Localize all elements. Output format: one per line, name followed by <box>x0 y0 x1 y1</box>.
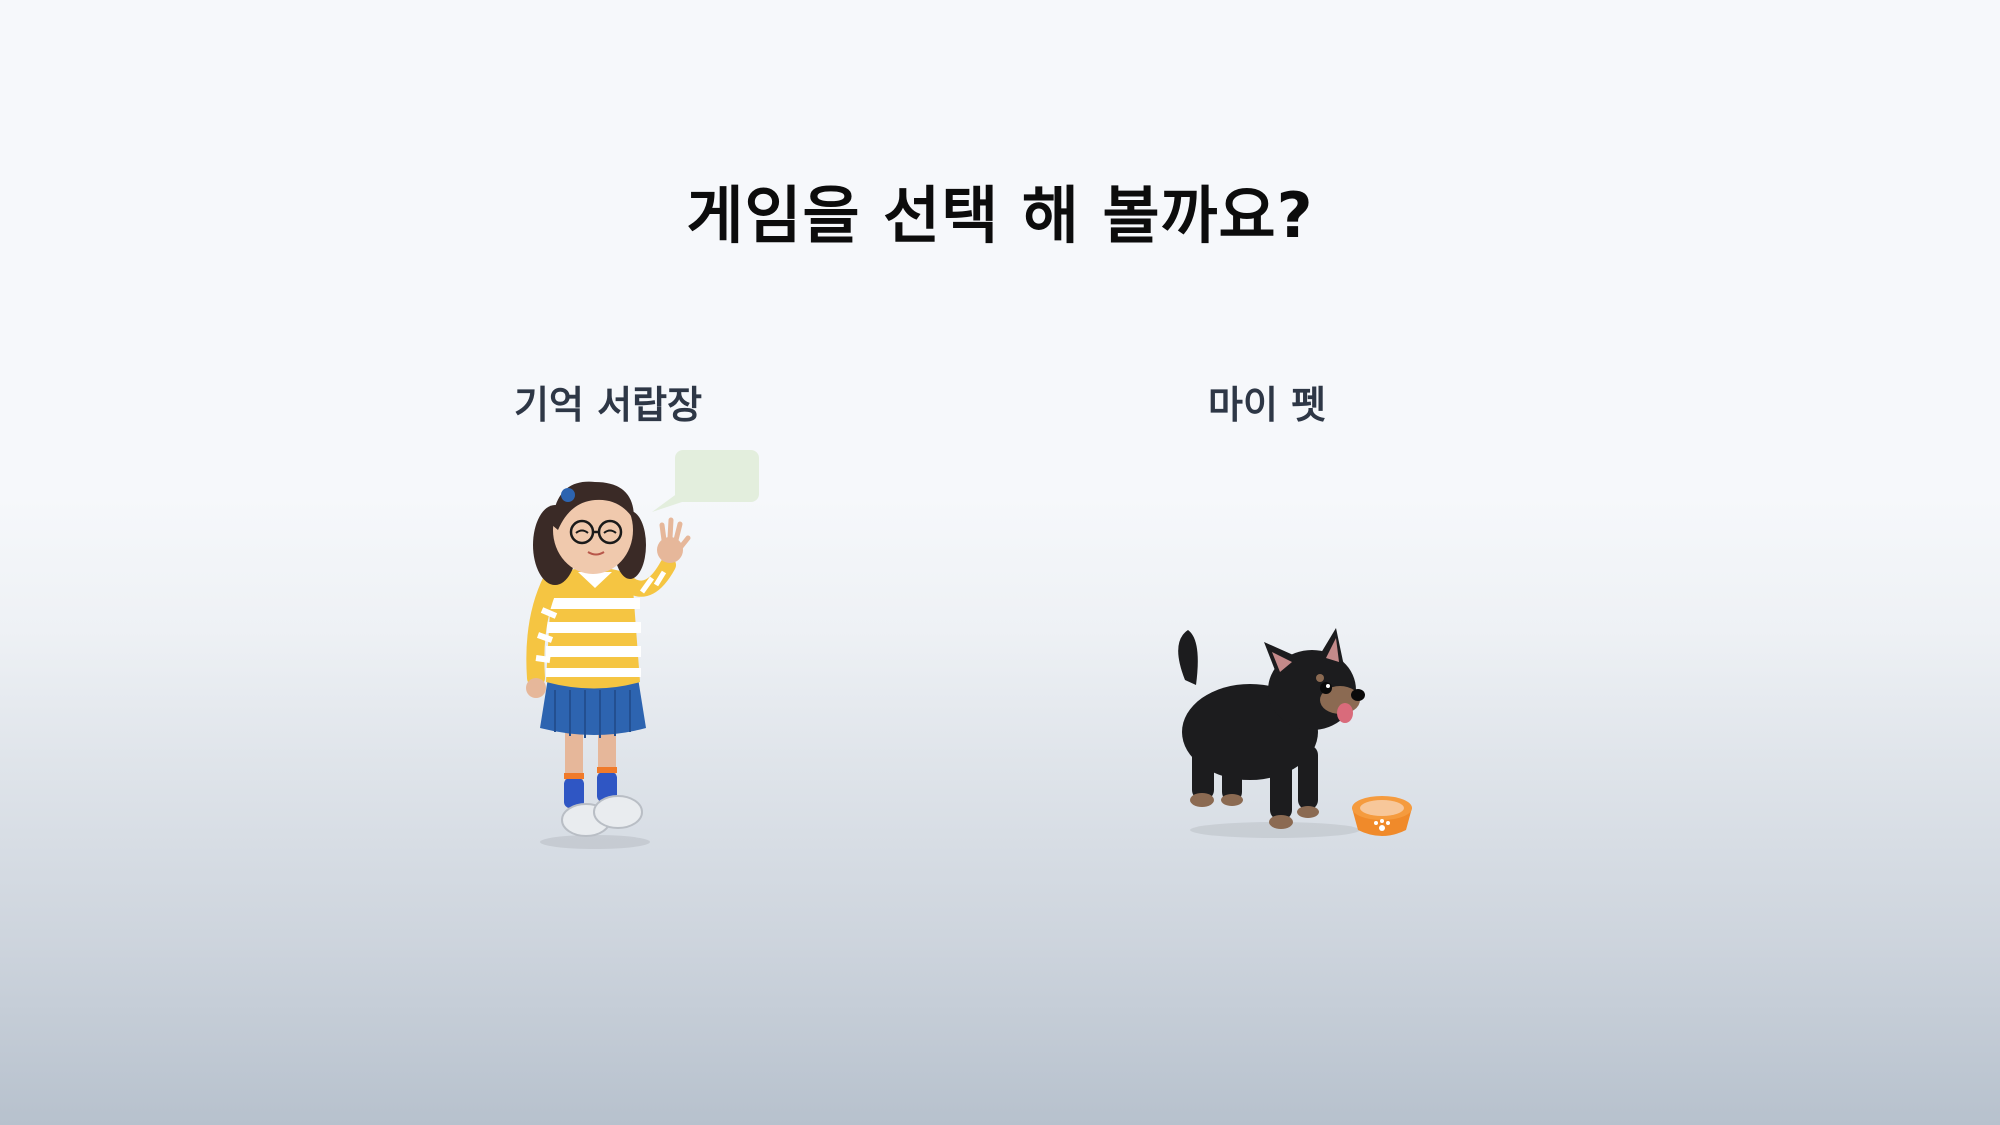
girl-character-icon <box>526 450 759 849</box>
page-title: 게임을 선택 해 볼까요? <box>686 179 1314 252</box>
game-card-my-pet[interactable]: 마이 펫 <box>1130 360 1460 860</box>
game-card-memory-drawer[interactable]: 기억 서랍장 <box>470 360 800 860</box>
game-select-screen: 게임을 선택 해 볼까요? 기억 서랍장 마이 펫 <box>0 0 2000 1125</box>
speech-bubble-icon <box>652 450 759 512</box>
pet-bowl-icon <box>1352 796 1412 836</box>
dog-character-icon <box>1178 628 1412 838</box>
